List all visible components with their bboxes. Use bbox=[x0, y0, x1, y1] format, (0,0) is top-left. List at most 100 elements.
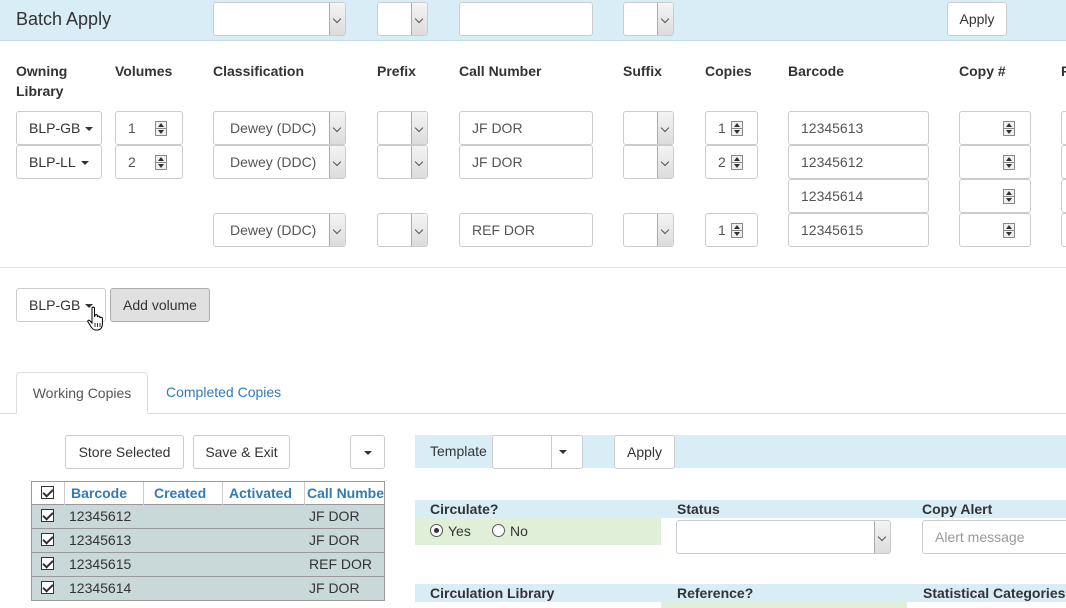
volumes-stepper[interactable]: 2 bbox=[115, 145, 183, 179]
cell-call-number: REF DOR bbox=[309, 556, 372, 572]
batch-prefix-select[interactable] bbox=[377, 2, 428, 36]
owning-library-dropdown[interactable]: BLP-GB bbox=[16, 111, 102, 145]
copies-stepper[interactable]: 2 bbox=[705, 145, 758, 179]
copy-number-stepper[interactable] bbox=[959, 145, 1031, 179]
prefix-select[interactable] bbox=[377, 213, 428, 247]
hand-cursor-icon bbox=[87, 306, 103, 331]
copy-number-stepper[interactable] bbox=[959, 111, 1031, 145]
chevron-down-icon bbox=[329, 214, 345, 246]
row-checkbox[interactable] bbox=[41, 557, 54, 570]
suffix-select[interactable] bbox=[623, 145, 674, 179]
next-field-input[interactable] bbox=[1061, 111, 1066, 145]
next-field-input[interactable] bbox=[1061, 179, 1066, 213]
spinner-icon[interactable] bbox=[1003, 121, 1015, 136]
col-volumes: Volumes bbox=[115, 63, 173, 79]
chevron-down-icon bbox=[657, 3, 673, 35]
grid-header-created[interactable]: Created bbox=[143, 482, 222, 505]
caret-down-icon bbox=[363, 451, 372, 456]
call-number-input[interactable]: JF DOR bbox=[459, 145, 593, 179]
chevron-down-icon bbox=[411, 146, 427, 178]
status-label: Status bbox=[677, 501, 720, 517]
copy-number-stepper[interactable] bbox=[959, 213, 1031, 247]
call-number-input[interactable]: REF DOR bbox=[459, 213, 593, 247]
volumes-stepper[interactable]: 1 bbox=[115, 111, 183, 145]
radio-unselected-icon[interactable] bbox=[492, 524, 505, 537]
barcode-input[interactable]: 12345614 bbox=[788, 179, 929, 213]
table-row[interactable]: 12345613 JF DOR bbox=[32, 529, 384, 553]
spinner-icon[interactable] bbox=[731, 121, 743, 136]
spinner-icon[interactable] bbox=[1003, 155, 1015, 170]
chevron-down-icon bbox=[874, 521, 890, 553]
caret-down-icon bbox=[80, 161, 89, 166]
batch-call-number-input[interactable] bbox=[459, 2, 593, 36]
suffix-select[interactable] bbox=[623, 111, 674, 145]
copies-stepper[interactable]: 1 bbox=[705, 111, 758, 145]
prefix-select[interactable] bbox=[377, 145, 428, 179]
spinner-icon[interactable] bbox=[731, 155, 743, 170]
copy-number-stepper[interactable] bbox=[959, 179, 1031, 213]
col-copies: Copies bbox=[705, 63, 752, 79]
circulate-yes-option[interactable]: Yes bbox=[430, 523, 471, 539]
copy-alert-input[interactable]: Alert message bbox=[922, 520, 1066, 554]
suffix-select[interactable] bbox=[623, 213, 674, 247]
spinner-icon[interactable] bbox=[731, 223, 743, 238]
table-row[interactable]: 12345612 JF DOR bbox=[32, 505, 384, 529]
owning-library-dropdown[interactable]: BLP-LL bbox=[16, 145, 102, 179]
grid-header-row: Barcode Created Activated Call Number bbox=[32, 482, 384, 505]
template-dropdown[interactable] bbox=[492, 435, 583, 469]
spinner-icon[interactable] bbox=[1003, 189, 1015, 204]
grid-actions-dropdown[interactable] bbox=[350, 435, 385, 469]
copies-stepper[interactable]: 1 bbox=[705, 213, 758, 247]
owning-library-value: BLP-GB bbox=[29, 120, 81, 136]
template-dropdown-divider bbox=[551, 436, 552, 468]
batch-classification-select[interactable] bbox=[213, 2, 346, 36]
circulate-no-label: No bbox=[510, 523, 528, 539]
template-apply-button[interactable]: Apply bbox=[614, 435, 675, 469]
spinner-icon[interactable] bbox=[155, 121, 167, 136]
add-volume-button[interactable]: Add volume bbox=[110, 288, 210, 322]
row-checkbox[interactable] bbox=[41, 581, 54, 594]
circulate-label: Circulate? bbox=[430, 501, 499, 517]
next-field-input[interactable] bbox=[1061, 145, 1066, 179]
chevron-down-icon bbox=[657, 112, 673, 144]
table-row[interactable]: 12345614 JF DOR bbox=[32, 577, 384, 601]
copies-value: 1 bbox=[718, 222, 726, 238]
save-exit-button[interactable]: Save & Exit bbox=[193, 435, 290, 469]
chevron-down-icon bbox=[411, 214, 427, 246]
table-row[interactable]: 12345615 REF DOR bbox=[32, 553, 384, 577]
copy-alert-label: Copy Alert bbox=[922, 501, 993, 517]
tab-bar-border bbox=[0, 413, 1066, 414]
classification-select[interactable]: Dewey (DDC) bbox=[213, 111, 346, 145]
chevron-down-icon bbox=[411, 112, 427, 144]
prefix-select[interactable] bbox=[377, 111, 428, 145]
next-field-input[interactable] bbox=[1061, 213, 1066, 247]
store-selected-button[interactable]: Store Selected bbox=[65, 435, 184, 469]
status-select[interactable] bbox=[676, 520, 891, 554]
spinner-icon[interactable] bbox=[155, 155, 167, 170]
row-checkbox[interactable] bbox=[41, 533, 54, 546]
barcode-input[interactable]: 12345613 bbox=[788, 111, 929, 145]
classification-select[interactable]: Dewey (DDC) bbox=[213, 145, 346, 179]
tab-completed-copies[interactable]: Completed Copies bbox=[166, 384, 281, 400]
caret-down-icon bbox=[85, 127, 94, 132]
radio-selected-icon[interactable] bbox=[430, 524, 443, 537]
grid-header-call-number[interactable]: Call Number bbox=[304, 482, 384, 505]
classification-select[interactable]: Dewey (DDC) bbox=[213, 213, 346, 247]
select-all-checkbox[interactable] bbox=[41, 486, 54, 499]
batch-apply-title: Batch Apply bbox=[16, 9, 112, 29]
copies-value: 1 bbox=[718, 120, 726, 136]
barcode-input[interactable]: 12345615 bbox=[788, 213, 929, 247]
batch-apply-button[interactable]: Apply bbox=[947, 2, 1007, 36]
call-number-input[interactable]: JF DOR bbox=[459, 111, 593, 145]
grid-header-barcode[interactable]: Barcode bbox=[64, 482, 143, 505]
cell-barcode: 12345612 bbox=[69, 508, 132, 524]
barcode-input[interactable]: 12345612 bbox=[788, 145, 929, 179]
col-prefix: Prefix bbox=[377, 63, 416, 79]
batch-suffix-select[interactable] bbox=[623, 2, 674, 36]
spinner-icon[interactable] bbox=[1003, 223, 1015, 238]
tab-working-copies[interactable]: Working Copies bbox=[16, 372, 148, 414]
col-classification: Classification bbox=[213, 63, 305, 79]
grid-header-activated[interactable]: Activated bbox=[222, 482, 304, 505]
row-checkbox[interactable] bbox=[41, 509, 54, 522]
circulate-no-option[interactable]: No bbox=[492, 523, 528, 539]
